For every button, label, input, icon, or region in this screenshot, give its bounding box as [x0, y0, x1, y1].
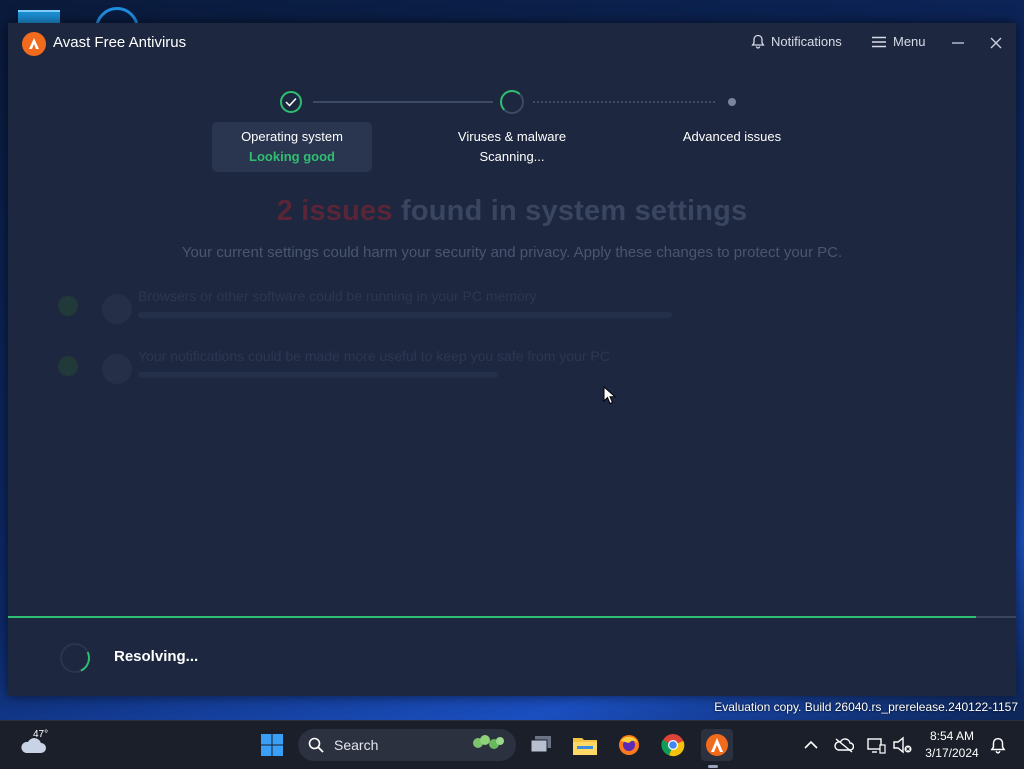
file-explorer-button[interactable] [569, 729, 601, 761]
checkbox-icon [58, 296, 78, 316]
hamburger-icon [872, 36, 886, 47]
progress-bar-fill [8, 616, 976, 618]
step-connector-pending [533, 101, 715, 103]
network-icon [867, 738, 886, 754]
issue-icon [102, 294, 132, 324]
results-description: Your current settings could harm your se… [181, 244, 843, 261]
chrome-button[interactable] [657, 729, 689, 761]
weather-temperature: 47° [33, 729, 49, 740]
menu-button[interactable]: Menu [872, 34, 926, 49]
checkbox-icon [58, 356, 78, 376]
volume-muted-icon [893, 736, 912, 754]
minimize-button[interactable] [950, 35, 966, 51]
clock-time[interactable]: 8:54 AM [920, 729, 984, 743]
step-status-viruses: Scanning... [479, 149, 545, 164]
headline-text: found in system settings [400, 195, 748, 227]
close-icon [990, 37, 1002, 49]
footer-status: Resolving... [114, 648, 199, 665]
start-button[interactable] [256, 729, 288, 761]
title-bar: Avast Free Antivirus Notifications Menu [8, 23, 1016, 65]
mouse-cursor-icon [603, 386, 617, 405]
search-icon [308, 737, 324, 753]
results-headline: 2 issues found in system settings [8, 195, 1016, 228]
issue-count: 2 issues [276, 195, 393, 227]
issue-title: Browsers or other software could be runn… [138, 288, 537, 304]
close-button[interactable] [988, 35, 1004, 51]
avast-taskbar-button[interactable] [701, 729, 733, 761]
step-complete-icon [280, 91, 302, 113]
volume-button[interactable] [888, 729, 916, 761]
app-title: Avast Free Antivirus [53, 34, 187, 51]
issue-detail-placeholder [138, 372, 498, 378]
firefox-icon [619, 735, 639, 755]
issue-detail-placeholder [138, 312, 672, 318]
firefox-button[interactable] [613, 729, 645, 761]
issue-item: Your notifications could be made more us… [48, 348, 968, 398]
taskbar-search[interactable]: Search [298, 729, 516, 761]
avast-icon [706, 734, 728, 756]
check-icon [285, 97, 297, 107]
step-title-viruses: Viruses & malware [457, 129, 567, 144]
notifications-label: Notifications [771, 34, 842, 49]
clock-date[interactable]: 3/17/2024 [920, 746, 984, 760]
network-button[interactable] [862, 729, 890, 761]
search-label: Search [334, 737, 379, 753]
issue-icon [102, 354, 132, 384]
notifications-button[interactable]: Notifications [751, 34, 842, 49]
step-status-operating-system: Looking good [249, 149, 335, 164]
evaluation-watermark: Evaluation copy. Build 26040.rs_prerelea… [714, 700, 1018, 714]
issue-item: Browsers or other software could be runn… [48, 288, 968, 338]
task-view-icon [530, 736, 551, 753]
avast-logo-icon [22, 32, 46, 56]
show-hidden-icons-button[interactable] [804, 737, 818, 755]
clover-icon [473, 735, 504, 749]
progress-bar [8, 616, 1016, 618]
spinner-icon [55, 638, 95, 678]
windows-logo-icon [261, 734, 283, 756]
taskbar: 47° Search 8:54 AM 3/17/2024 [0, 720, 1024, 769]
issue-title: Your notifications could be made more us… [138, 348, 610, 364]
task-view-button[interactable] [525, 729, 557, 761]
chrome-icon [661, 734, 685, 757]
folder-icon [573, 738, 597, 755]
bell-icon [990, 737, 1006, 754]
onedrive-offline-icon [834, 738, 854, 753]
menu-label: Menu [893, 34, 926, 49]
bell-icon [751, 34, 765, 49]
step-connector [313, 101, 493, 103]
notification-center-button[interactable] [986, 729, 1010, 761]
minimize-icon [952, 42, 964, 44]
step-pending-dot [728, 98, 736, 106]
step-spinner-icon [500, 90, 524, 114]
onedrive-button[interactable] [830, 729, 858, 761]
chevron-up-icon [804, 740, 818, 749]
step-title-operating-system: Operating system [241, 129, 343, 144]
avast-window: Avast Free Antivirus Notifications Menu … [8, 23, 1016, 696]
step-title-advanced: Advanced issues [682, 129, 782, 144]
